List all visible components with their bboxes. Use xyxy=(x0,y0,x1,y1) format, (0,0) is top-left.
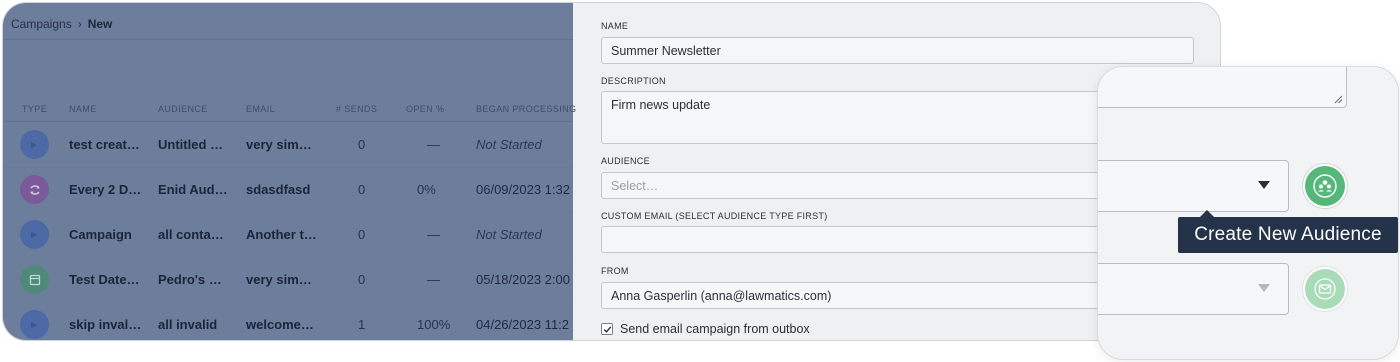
row-name: test creat… xyxy=(69,137,140,152)
audience-select-zoomed[interactable] xyxy=(1098,160,1289,212)
breadcrumb: Campaigns › New xyxy=(11,17,112,31)
name-input[interactable]: Summer Newsletter xyxy=(601,37,1194,64)
row-sends: 0 xyxy=(358,227,366,242)
caret-down-icon xyxy=(1258,284,1270,292)
table-row[interactable]: Test Date… Pedro's … very sim… 0 — 05/18/2023… xyxy=(3,257,573,302)
column-open[interactable]: OPEN % xyxy=(406,104,444,114)
create-audience-tooltip: Create New Audience xyxy=(1178,210,1398,253)
chevron-right-icon: › xyxy=(77,17,82,31)
column-audience[interactable]: AUDIENCE xyxy=(158,104,208,114)
description-label: DESCRIPTION xyxy=(601,76,666,86)
table-row[interactable]: Every 2 D… Enid Aud… sdasdfasd 0 0% 06/09/202… xyxy=(3,167,573,212)
row-name: Every 2 D… xyxy=(69,182,142,197)
row-began-processing: 06/09/2023 1:32 xyxy=(476,182,570,197)
campaign-window: Campaigns › New TYPE NAME AUDIENCE EMAIL… xyxy=(2,2,1221,341)
row-name: Campaign xyxy=(69,227,132,242)
row-began-processing: 04/26/2023 11:2 xyxy=(476,317,570,332)
name-label: NAME xyxy=(601,21,629,31)
row-email: Another t… xyxy=(246,227,317,242)
row-email: very sim… xyxy=(246,137,312,152)
create-audience-button-face xyxy=(1305,166,1345,206)
row-sends: 0 xyxy=(358,137,366,152)
custom-email-label: CUSTOM EMAIL (SELECT AUDIENCE TYPE FIRST… xyxy=(601,211,828,221)
zoom-callout xyxy=(1097,66,1399,360)
row-began-processing: 05/18/2023 2:00 xyxy=(476,272,570,287)
row-open: — xyxy=(427,137,440,152)
table-row[interactable]: Campaign all conta… Another t… 0 — Not Starte… xyxy=(3,212,573,257)
envelope-icon xyxy=(1314,278,1336,300)
row-began-processing: Not Started xyxy=(476,227,542,242)
row-audience: Pedro's … xyxy=(158,272,222,287)
column-name[interactable]: NAME xyxy=(69,104,97,114)
row-sends: 0 xyxy=(358,182,366,197)
row-open: 100% xyxy=(417,317,451,332)
recurring-icon xyxy=(20,175,49,204)
email-button-face xyxy=(1305,269,1345,309)
description-textarea-zoomed[interactable] xyxy=(1098,67,1347,108)
table-header: TYPE NAME AUDIENCE EMAIL # SENDS OPEN % … xyxy=(3,99,576,121)
send-icon xyxy=(20,130,49,159)
divider xyxy=(3,39,573,40)
row-open: — xyxy=(427,272,440,287)
outbox-checkbox[interactable] xyxy=(601,323,613,335)
table-row[interactable]: skip inval… all invalid welcome… 1 100% 04/26… xyxy=(3,302,573,340)
row-audience: Enid Aud… xyxy=(158,182,228,197)
row-began-processing: Not Started xyxy=(476,137,542,152)
row-name: Test Date… xyxy=(69,272,140,287)
breadcrumb-current: New xyxy=(87,17,113,31)
send-icon xyxy=(20,310,49,339)
audience-group-icon xyxy=(1313,174,1337,198)
campaign-list-pane: Campaigns › New TYPE NAME AUDIENCE EMAIL… xyxy=(3,3,576,340)
caret-down-icon xyxy=(1258,181,1270,189)
row-sends: 1 xyxy=(358,317,366,332)
row-audience: Untitled … xyxy=(158,137,223,152)
audience-label: AUDIENCE xyxy=(601,156,650,166)
row-name: skip inval… xyxy=(69,317,142,332)
row-email: very sim… xyxy=(246,272,312,287)
table-row[interactable]: test creat… Untitled … very sim… 0 — Not Star… xyxy=(3,122,573,167)
outbox-label: Send email campaign from outbox xyxy=(620,322,810,336)
column-began-processing[interactable]: BEGAN PROCESSING xyxy=(476,104,576,114)
from-label: FROM xyxy=(601,266,629,276)
row-sends: 0 xyxy=(358,272,366,287)
email-button[interactable] xyxy=(1302,266,1348,312)
create-audience-button[interactable] xyxy=(1302,163,1348,209)
resize-grip-icon[interactable] xyxy=(1333,94,1343,104)
from-select-zoomed[interactable] xyxy=(1098,263,1289,315)
outbox-option[interactable]: Send email campaign from outbox xyxy=(601,322,810,336)
row-audience: all invalid xyxy=(158,317,218,332)
row-audience: all conta… xyxy=(158,227,224,242)
breadcrumb-campaigns-link[interactable]: Campaigns xyxy=(11,17,72,31)
row-open: 0% xyxy=(417,182,436,197)
column-email[interactable]: EMAIL xyxy=(246,104,275,114)
calendar-icon xyxy=(20,265,49,294)
column-sends[interactable]: # SENDS xyxy=(336,104,377,114)
send-icon xyxy=(20,220,49,249)
column-type[interactable]: TYPE xyxy=(22,104,47,114)
row-email: sdasdfasd xyxy=(246,182,311,197)
row-open: — xyxy=(427,227,440,242)
check-icon xyxy=(603,325,611,333)
row-email: welcome… xyxy=(246,317,314,332)
